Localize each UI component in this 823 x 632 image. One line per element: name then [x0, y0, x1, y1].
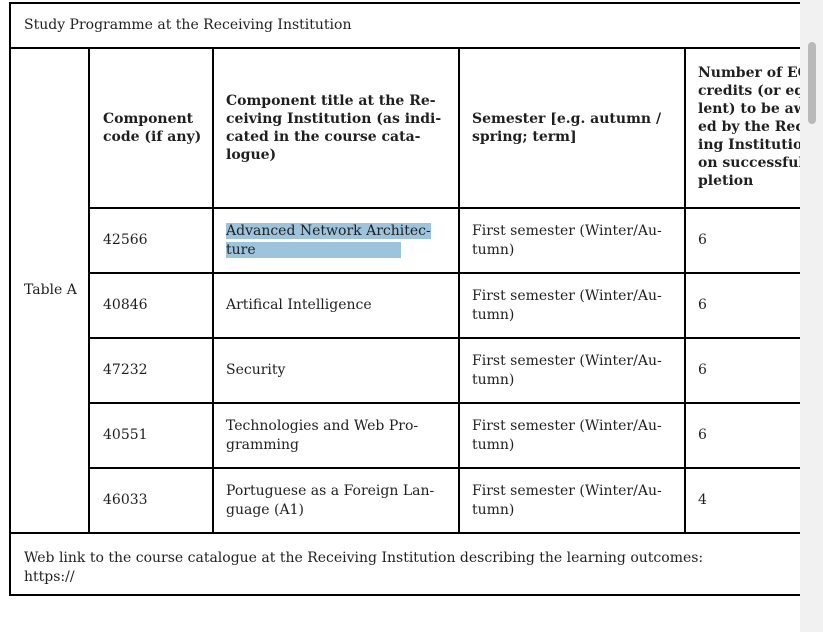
grid-line	[684, 47, 686, 534]
row-1-title[interactable]: Advanced Network Architec- ture	[226, 222, 431, 260]
grid-line	[88, 402, 800, 404]
row-5-semester: First semester (Winter/Au- tumn)	[472, 483, 662, 518]
grid-line	[88, 337, 800, 339]
table-a-label: Table A	[24, 282, 77, 298]
scrollbar-thumb[interactable]	[808, 42, 816, 124]
row-5-credits: 4	[698, 492, 707, 508]
row-1-code: 42566	[103, 232, 148, 248]
row-2-semester: First semester (Winter/Au- tumn)	[472, 288, 662, 323]
row-3-credits: 6	[698, 362, 707, 378]
table-title: Study Programme at the Receiving Institu…	[24, 17, 352, 33]
row-4-credits: 6	[698, 427, 707, 443]
row-4-semester: First semester (Winter/Au- tumn)	[472, 418, 662, 453]
grid-line	[88, 47, 90, 534]
header-semester: Semester [e.g. autumn / spring; term]	[472, 111, 662, 145]
row-2-credits: 6	[698, 297, 707, 313]
row-1-credits: 6	[698, 232, 707, 248]
row-1-semester: First semester (Winter/Au- tumn)	[472, 223, 662, 258]
grid-line	[88, 467, 800, 469]
table-title-row: Study Programme at the Receiving Institu…	[11, 4, 800, 49]
header-component-title: Component title at the Re- ceiving Insti…	[226, 93, 442, 163]
header-component-code: Component code (if any)	[103, 111, 202, 145]
row-2-code: 40846	[103, 297, 148, 313]
row-2-title: Artifical Intelligence	[226, 297, 372, 313]
vertical-scrollbar[interactable]	[800, 0, 823, 632]
study-programme-table: Study Programme at the Receiving Institu…	[9, 2, 800, 596]
row-5-code: 46033	[103, 492, 148, 508]
row-3-code: 47232	[103, 362, 148, 378]
row-4-title: Technologies and Web Pro- gramming	[226, 418, 419, 453]
selected-text[interactable]: Advanced Network Architec-	[226, 223, 431, 239]
header-credits: Number of EC credits (or eq lent) to be …	[698, 65, 800, 189]
grid-line	[212, 47, 214, 534]
row-3-semester: First semester (Winter/Au- tumn)	[472, 353, 662, 388]
course-catalogue-link-note: Web link to the course catalogue at the …	[24, 550, 704, 587]
grid-line	[11, 532, 800, 534]
grid-line	[88, 272, 800, 274]
grid-line	[88, 207, 800, 209]
document-page: Study Programme at the Receiving Institu…	[0, 0, 800, 632]
row-4-code: 40551	[103, 427, 148, 443]
row-3-title: Security	[226, 362, 286, 378]
catalogue-url[interactable]: https://	[24, 568, 703, 587]
row-5-title: Portuguese as a Foreign Lan- guage (A1)	[226, 483, 435, 518]
grid-line	[458, 47, 460, 534]
selected-text[interactable]: ture	[226, 242, 401, 258]
